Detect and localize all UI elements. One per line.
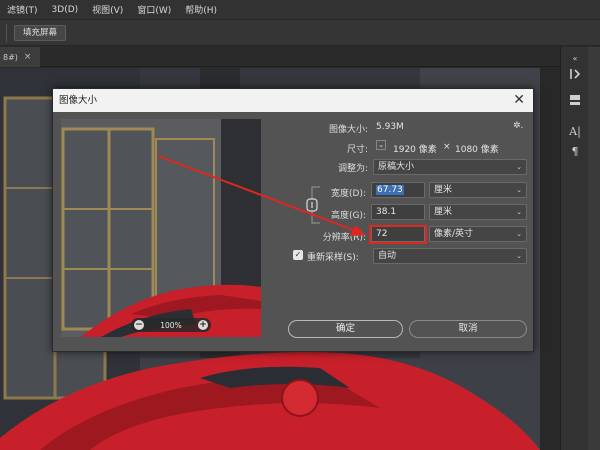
fit-to-value: 原稿大小 [378, 162, 415, 172]
resolution-input[interactable]: 72 [371, 226, 425, 242]
image-size-label: 图像大小: [328, 125, 368, 135]
image-size-dialog: 图像大小 ✕ − 100% + 图像大小: 5.93M ✲. 尺寸: ⌄ 192… [52, 88, 534, 352]
menu-3d[interactable]: 3D(D) [45, 5, 86, 15]
resolution-value: 72 [376, 229, 388, 239]
properties-icon[interactable] [566, 93, 584, 111]
fill-screen-button[interactable]: 填充屏幕 [14, 25, 67, 41]
width-value: 67.73 [376, 185, 404, 195]
width-label: 宽度(D): [331, 189, 366, 199]
dimensions-width: 1920 像素 [393, 145, 437, 155]
close-icon[interactable]: ✕ [513, 89, 525, 112]
collapse-panel-icon[interactable]: « [566, 50, 584, 68]
width-input[interactable]: 67.73 [371, 182, 425, 198]
menu-filter[interactable]: 滤镜(T) [0, 3, 45, 16]
options-divider [6, 24, 7, 42]
resample-label: 重新采样(S): [307, 253, 359, 263]
resolution-label: 分辨率(R): [322, 233, 366, 243]
height-value: 38.1 [376, 207, 397, 217]
height-unit-select[interactable]: 厘米 ⌄ [429, 204, 527, 220]
dimensions-dropdown-icon[interactable]: ⌄ [376, 140, 386, 150]
document-tab-bar: 8#) × [0, 47, 560, 67]
image-preview[interactable]: − 100% + [61, 119, 261, 337]
dimensions-height: 1080 像素 [455, 145, 499, 155]
menu-view[interactable]: 视图(V) [85, 3, 130, 16]
preview-zoom-level: 100% [160, 320, 182, 330]
right-panel-edge [588, 47, 600, 450]
history-icon[interactable] [566, 67, 584, 85]
chevron-down-icon: ⌄ [516, 186, 522, 194]
chevron-down-icon: ⌄ [516, 230, 522, 238]
height-label: 高度(G): [330, 211, 366, 221]
preview-image [61, 119, 261, 337]
height-input[interactable]: 38.1 [371, 204, 425, 220]
fit-to-select[interactable]: 原稿大小 ⌄ [373, 159, 527, 175]
resample-select[interactable]: 自动 ⌄ [373, 248, 527, 264]
cancel-button[interactable]: 取消 [409, 320, 527, 338]
resample-value: 自动 [378, 251, 397, 261]
close-tab-icon[interactable]: × [24, 52, 32, 62]
width-unit: 厘米 [434, 185, 453, 195]
image-size-value: 5.93M [376, 122, 404, 132]
menu-help[interactable]: 帮助(H) [178, 3, 224, 16]
fit-to-label: 调整为: [337, 164, 368, 174]
character-icon[interactable]: A| [566, 123, 584, 141]
paragraph-icon[interactable]: ¶ [566, 143, 584, 161]
resolution-unit: 像素/英寸 [434, 229, 474, 239]
ok-button[interactable]: 确定 [288, 320, 403, 338]
preview-zoom-control: − 100% + [131, 318, 211, 332]
resample-checkbox[interactable]: ✓ [293, 250, 303, 260]
chevron-down-icon: ⌄ [516, 252, 522, 260]
menu-bar: 滤镜(T) 3D(D) 视图(V) 窗口(W) 帮助(H) [0, 0, 600, 20]
options-bar: 填充屏幕 [0, 20, 600, 46]
resolution-unit-select[interactable]: 像素/英寸 ⌄ [429, 226, 527, 242]
constrain-proportions-link-icon[interactable] [306, 185, 326, 225]
zoom-in-icon[interactable]: + [197, 320, 208, 330]
zoom-out-icon[interactable]: − [134, 320, 144, 330]
dialog-title: 图像大小 [53, 89, 533, 112]
chevron-down-icon: ⌄ [516, 163, 522, 171]
menu-window[interactable]: 窗口(W) [130, 3, 178, 16]
width-unit-select[interactable]: 厘米 ⌄ [429, 182, 527, 198]
document-tab-label: 8#) [3, 52, 18, 62]
dimensions-label: 尺寸: [346, 145, 368, 155]
height-unit: 厘米 [434, 207, 453, 217]
right-tool-panel: « A| ¶ [560, 47, 588, 450]
settings-gear-icon[interactable]: ✲. [513, 121, 523, 131]
document-tab[interactable]: 8#) × [0, 47, 40, 67]
dimensions-times: × [443, 142, 451, 152]
chevron-down-icon: ⌄ [516, 208, 522, 216]
